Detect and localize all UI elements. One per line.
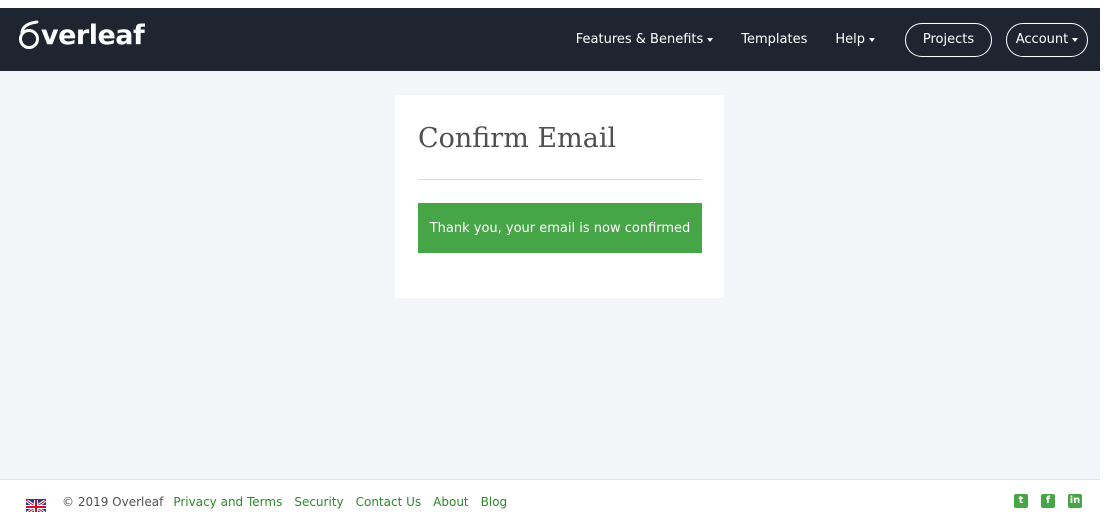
footer-link-privacy[interactable]: Privacy and Terms <box>173 495 282 509</box>
projects-button[interactable]: Projects <box>905 22 992 57</box>
caret-down-icon <box>1072 37 1079 42</box>
nav-templates-link[interactable]: Templates <box>741 32 807 47</box>
footer-links: © 2019 Overleaf Privacy and Terms Securi… <box>62 495 519 509</box>
footer: © 2019 Overleaf Privacy and Terms Securi… <box>0 479 1100 512</box>
page-edge <box>1100 0 1112 512</box>
nav-features-label: Features & Benefits <box>575 32 704 47</box>
account-dropdown[interactable]: Account <box>1006 22 1088 57</box>
page-title: Confirm Email <box>418 123 617 154</box>
title-divider <box>418 179 702 180</box>
success-alert-text: Thank you, your email is now confirmed <box>429 220 691 236</box>
confirm-email-card: Confirm Email Thank you, your email is n… <box>395 95 724 298</box>
uk-flag-icon[interactable] <box>26 499 46 512</box>
nav-help-label: Help <box>835 32 865 47</box>
footer-link-contact[interactable]: Contact Us <box>356 495 422 509</box>
overleaf-leaf-icon <box>19 20 39 49</box>
nav-menu: Features & Benefits Templates Help Proje… <box>548 8 1088 71</box>
account-label: Account <box>1015 32 1069 47</box>
copyright-text: © 2019 Overleaf <box>62 495 164 509</box>
footer-link-security[interactable]: Security <box>294 495 343 509</box>
social-links: t f in <box>1001 494 1082 508</box>
footer-link-about[interactable]: About <box>433 495 468 509</box>
overleaf-logo[interactable]: verleaf <box>17 19 145 51</box>
projects-label: Projects <box>922 32 975 47</box>
nav-templates-label: Templates <box>741 32 808 47</box>
nav-features-dropdown[interactable]: Features & Benefits <box>576 32 714 47</box>
nav-help-dropdown[interactable]: Help <box>835 32 875 47</box>
success-alert: Thank you, your email is now confirmed <box>418 203 702 253</box>
logo-text: verleaf <box>41 19 145 51</box>
top-navbar: verleaf Features & Benefits Templates He… <box>0 8 1100 71</box>
footer-link-blog[interactable]: Blog <box>481 495 508 509</box>
linkedin-icon[interactable]: in <box>1068 494 1082 508</box>
caret-down-icon <box>707 37 714 42</box>
twitter-icon[interactable]: t <box>1014 494 1028 508</box>
facebook-icon[interactable]: f <box>1041 494 1055 508</box>
caret-down-icon <box>869 37 875 42</box>
